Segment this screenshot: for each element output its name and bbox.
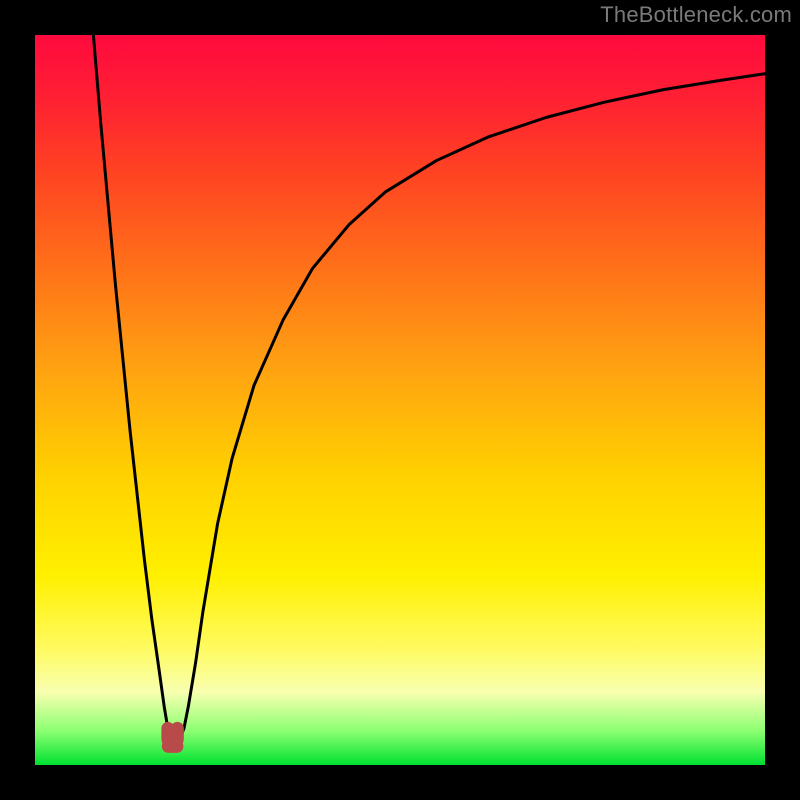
bottleneck-curve xyxy=(93,35,765,743)
minimum-marker xyxy=(168,728,177,746)
chart-svg xyxy=(35,35,765,765)
watermark-text: TheBottleneck.com xyxy=(600,2,792,28)
chart-plot-area xyxy=(35,35,765,765)
chart-frame: TheBottleneck.com xyxy=(0,0,800,800)
